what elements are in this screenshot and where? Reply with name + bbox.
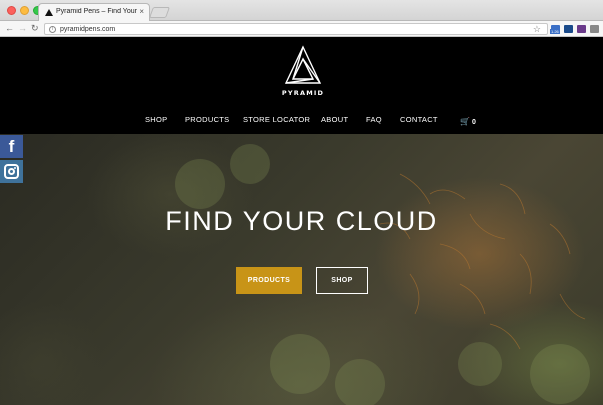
cart-link[interactable]: 🛒 0 <box>460 115 476 128</box>
browser-tabstrip: Pyramid Pens – Find Your Cloud × <box>0 0 603 22</box>
bookmark-star-icon[interactable]: ☆ <box>533 24 541 34</box>
shopping-cart-icon: 🛒 <box>460 117 470 126</box>
info-icon[interactable]: i <box>49 26 56 33</box>
cast-icon[interactable] <box>590 25 599 33</box>
browser-toolbar: ← → ↻ i pyramidpens.com ☆ 1.26 <box>0 21 603 37</box>
extension-icon[interactable] <box>577 25 586 33</box>
new-tab-button[interactable] <box>148 7 171 18</box>
back-arrow-icon[interactable]: ← <box>5 23 14 34</box>
logo-wordmark[interactable]: PYRAMID <box>270 89 336 97</box>
nav-item-products[interactable]: PRODUCTS <box>185 115 230 125</box>
minimize-window-button[interactable] <box>20 6 29 15</box>
close-window-button[interactable] <box>7 6 16 15</box>
pyramid-logo-icon[interactable] <box>284 45 322 95</box>
extension-badge: 1.26 <box>550 29 560 34</box>
url-text[interactable]: pyramidpens.com <box>60 25 115 34</box>
shop-button[interactable]: SHOP <box>316 267 368 294</box>
hero-headline: FIND YOUR CLOUD <box>165 206 438 236</box>
instagram-icon <box>4 164 19 179</box>
nav-item-about[interactable]: ABOUT <box>321 115 348 125</box>
nav-item-store-locator[interactable]: STORE LOCATOR <box>243 115 310 125</box>
browser-tab[interactable]: Pyramid Pens – Find Your Cloud × <box>38 3 150 22</box>
reload-icon[interactable]: ↻ <box>31 23 39 34</box>
tab-title: Pyramid Pens – Find Your Cloud <box>56 8 138 15</box>
forward-arrow-icon[interactable]: → <box>18 23 27 34</box>
products-button[interactable]: PRODUCTS <box>236 267 302 294</box>
instagram-button[interactable] <box>0 160 23 183</box>
facebook-icon: f <box>8 137 15 156</box>
address-bar[interactable]: i pyramidpens.com ☆ <box>44 23 548 35</box>
main-navigation: SHOP PRODUCTS STORE LOCATOR ABOUT FAQ CO… <box>0 115 603 127</box>
extension-icon[interactable] <box>564 25 573 33</box>
extension-icon[interactable]: 1.26 <box>550 25 560 34</box>
nav-item-shop[interactable]: SHOP <box>145 115 167 125</box>
pyramid-favicon-icon <box>45 9 53 16</box>
facebook-button[interactable]: f <box>0 135 23 158</box>
nav-item-contact[interactable]: CONTACT <box>400 115 438 125</box>
nav-item-faq[interactable]: FAQ <box>366 115 382 125</box>
cart-count: 0 <box>471 119 476 126</box>
hero-banner: FIND YOUR CLOUD PRODUCTS SHOP <box>0 134 603 405</box>
close-tab-icon[interactable]: × <box>139 7 144 17</box>
